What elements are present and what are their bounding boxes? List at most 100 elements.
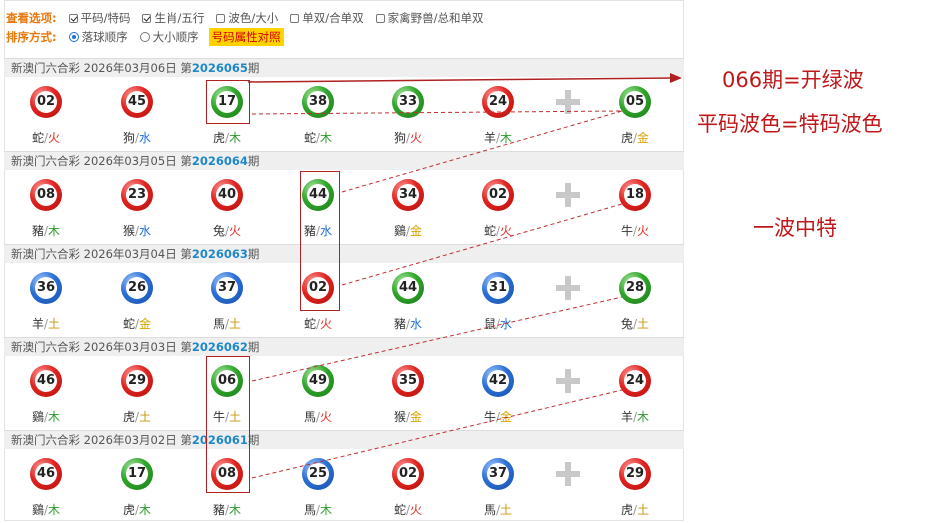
ball-number: 08 (217, 466, 237, 481)
zodiac: 豬 (31, 224, 44, 238)
draw-header: 新澳门六合彩 2026年03月05日 第2026064期 (4, 151, 684, 170)
ball-number: 33 (398, 94, 418, 109)
ball-attribute: 蛇/金 (122, 317, 152, 331)
issue-suffix: 期 (247, 247, 260, 261)
ball-attribute: 馬/土 (483, 503, 513, 517)
zodiac: 蛇 (483, 224, 496, 238)
plus-icon (556, 90, 580, 114)
ball-number: 02 (398, 466, 418, 481)
annotation-note-color-rule: 平码波色=特码波色 (697, 112, 883, 136)
zodiac: 馬 (212, 317, 225, 331)
element: 火 (500, 224, 513, 238)
issue-suffix: 期 (247, 61, 260, 75)
zodiac: 猴 (122, 224, 135, 238)
ball-attribute: 馬/土 (212, 317, 242, 331)
option-zodiac-element-label[interactable]: 生肖/五行 (154, 10, 204, 26)
draw-header: 新澳门六合彩 2026年03月02日 第2026061期 (4, 430, 684, 449)
zodiac: 兔 (212, 224, 225, 238)
ball-attribute: 蛇/火 (303, 317, 333, 331)
element: 土 (637, 503, 650, 517)
element: 金 (410, 410, 423, 424)
element: 土 (48, 317, 61, 331)
zodiac: 馬 (483, 503, 496, 517)
lottery-ball: 34 (392, 179, 424, 211)
checkbox-zodiac-element[interactable] (142, 13, 152, 23)
ball-attribute: 蛇/火 (31, 131, 61, 145)
option-color-size-label[interactable]: 波色/大小 (228, 10, 278, 26)
lottery-ball: 36 (30, 272, 62, 304)
ball-number: 37 (488, 466, 508, 481)
issue-number[interactable]: 2026065 (192, 61, 248, 75)
ball-attribute: 虎/木 (212, 131, 242, 145)
checkbox-odd-even[interactable] (290, 13, 300, 23)
option-regular-special-label[interactable]: 平码/特码 (81, 10, 131, 26)
draw-header: 新澳门六合彩 2026年03月04日 第2026063期 (4, 244, 684, 263)
sort-draw-order-label[interactable]: 落球顺序 (82, 29, 128, 45)
issue-number[interactable]: 2026063 (192, 247, 248, 261)
ball-attribute: 虎/土 (620, 503, 650, 517)
radio-size-order[interactable] (139, 32, 150, 42)
ball-number: 37 (217, 280, 237, 295)
checkbox-animal-sum[interactable] (375, 13, 385, 23)
checkbox-regular-special[interactable] (68, 13, 78, 23)
zodiac: 蛇 (122, 317, 135, 331)
draw-date: 新澳门六合彩 2026年03月03日 第 (11, 340, 192, 354)
option-odd-even-label[interactable]: 单双/合单双 (302, 10, 363, 26)
lottery-ball: 26 (121, 272, 153, 304)
ball-number: 46 (36, 373, 56, 388)
element: 金 (410, 224, 423, 238)
zodiac: 虎 (212, 131, 225, 145)
element: 火 (320, 317, 333, 331)
ball-number: 44 (308, 187, 328, 202)
element: 火 (410, 131, 423, 145)
zodiac: 虎 (620, 503, 633, 517)
option-animal-sum-label[interactable]: 家禽野兽/总和单双 (388, 10, 484, 26)
zodiac: 羊 (31, 317, 44, 331)
ball-attribute: 兔/土 (620, 317, 650, 331)
special-ball: 28 (619, 272, 651, 304)
lottery-ball: 17 (121, 458, 153, 490)
element: 木 (500, 131, 513, 145)
ball-number: 18 (625, 187, 645, 202)
element: 木 (48, 503, 61, 517)
issue-number[interactable]: 2026062 (192, 340, 248, 354)
element: 水 (139, 131, 152, 145)
ball-number: 36 (36, 280, 56, 295)
element: 火 (48, 131, 61, 145)
lottery-ball: 02 (482, 179, 514, 211)
ball-number: 46 (36, 466, 56, 481)
issue-suffix: 期 (247, 340, 260, 354)
zodiac: 鷄 (31, 410, 44, 424)
radio-draw-order[interactable] (68, 32, 79, 42)
sort-size-order-label[interactable]: 大小顺序 (153, 29, 199, 45)
lottery-ball: 49 (302, 365, 334, 397)
annotation-note-one-wave: 一波中特 (753, 216, 837, 240)
zodiac: 鷄 (393, 224, 406, 238)
ball-attribute: 馬/木 (303, 503, 333, 517)
lottery-ball: 42 (482, 365, 514, 397)
element: 木 (48, 410, 61, 424)
draw-row: 新澳门六合彩 2026年03月06日 第2026065期 02 蛇/火 45 狗… (4, 58, 684, 151)
lottery-ball: 02 (302, 272, 334, 304)
zodiac: 牛 (483, 410, 496, 424)
attribute-table-button[interactable]: 号码属性对照 (208, 28, 284, 46)
lottery-ball: 46 (30, 458, 62, 490)
checkbox-color-size[interactable] (216, 13, 226, 23)
ball-number: 02 (36, 94, 56, 109)
ball-attribute: 蛇/火 (483, 224, 513, 238)
element: 土 (500, 503, 513, 517)
sort-options-row: 排序方式: 落球顺序 大小顺序 号码属性对照 (6, 28, 284, 46)
plus-icon (556, 276, 580, 300)
draw-date: 新澳门六合彩 2026年03月02日 第 (11, 433, 192, 447)
issue-suffix: 期 (247, 154, 260, 168)
draw-row: 新澳门六合彩 2026年03月03日 第2026062期 46 鷄/木 29 虎… (4, 337, 684, 430)
zodiac: 虎 (122, 410, 135, 424)
issue-number[interactable]: 2026064 (192, 154, 248, 168)
view-options-row: 查看选项: 平码/特码 生肖/五行 波色/大小 单双/合单双 家禽野兽/总和单双 (6, 9, 489, 27)
element: 木 (229, 131, 242, 145)
lottery-ball: 31 (482, 272, 514, 304)
ball-attribute: 羊/木 (483, 131, 513, 145)
element: 水 (410, 317, 423, 331)
ball-attribute: 豬/木 (212, 503, 242, 517)
zodiac: 馬 (303, 410, 316, 424)
